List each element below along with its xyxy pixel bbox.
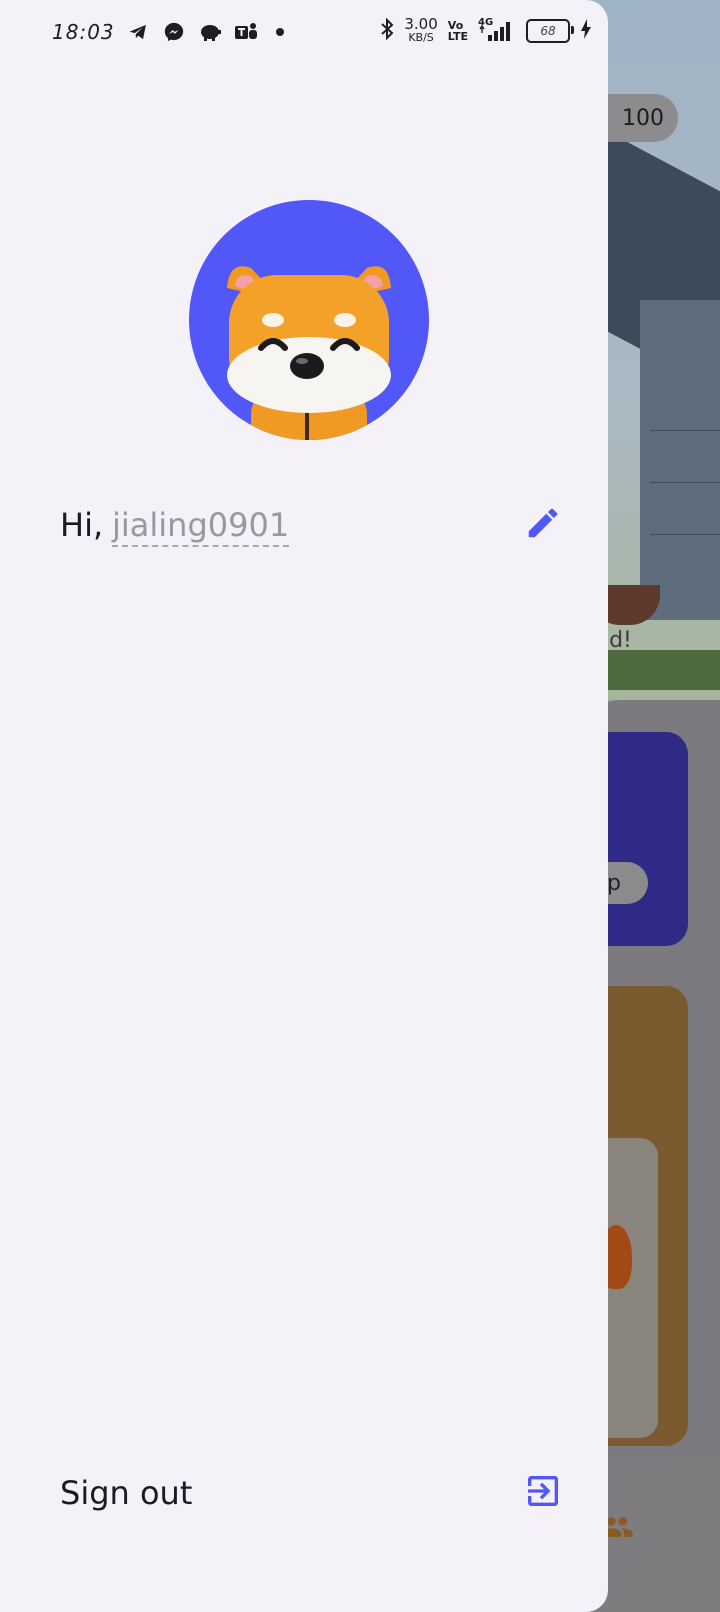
telegram-icon xyxy=(126,20,150,44)
status-bar: 18:03 3.00 KB/S Vo LTE 4G 68 xyxy=(0,0,608,66)
signal-icon: 4G xyxy=(478,17,516,43)
battery-level: 68 xyxy=(540,24,556,38)
piggy-bank-icon xyxy=(198,20,222,44)
grass xyxy=(590,650,720,690)
charging-icon xyxy=(580,18,592,44)
greeting-prefix: Hi, xyxy=(60,506,104,544)
username-field[interactable]: jialing0901 xyxy=(112,506,290,547)
promo-card-button-label: p xyxy=(607,870,621,896)
notification-dot xyxy=(276,28,284,36)
doghouse-brick-line xyxy=(650,482,720,483)
volte-bottom: LTE xyxy=(447,30,468,43)
profile-avatar[interactable] xyxy=(189,200,429,440)
navigation-drawer: 18:03 3.00 KB/S Vo LTE 4G 68 Hi, jialing… xyxy=(0,0,608,1612)
battery-icon: 68 xyxy=(526,19,574,43)
bluetooth-icon xyxy=(380,17,394,44)
exit-icon xyxy=(528,1476,558,1506)
doghouse-wall xyxy=(640,300,720,620)
doghouse-brick-line xyxy=(650,430,720,431)
pencil-icon xyxy=(528,508,558,538)
network-speed: 3.00 KB/S xyxy=(404,17,437,45)
notification-icons xyxy=(126,20,284,44)
sign-out-button[interactable] xyxy=(520,1468,566,1514)
volte-indicator: Vo LTE xyxy=(448,20,468,42)
sign-out-label[interactable]: Sign out xyxy=(60,1474,192,1512)
edit-username-button[interactable] xyxy=(520,500,566,546)
network-speed-unit: KB/S xyxy=(408,31,434,44)
greeting-row: Hi, jialing0901 xyxy=(60,500,560,560)
messenger-icon xyxy=(162,20,186,44)
shiba-inu-avatar xyxy=(227,266,391,440)
system-status-icons: 3.00 KB/S Vo LTE 4G 68 xyxy=(380,17,592,45)
coin-count: 100 xyxy=(622,105,664,131)
teams-icon xyxy=(234,20,258,44)
status-time: 18:03 xyxy=(52,20,115,44)
sign-out-row[interactable]: Sign out xyxy=(60,1464,560,1524)
doghouse-brick-line xyxy=(650,534,720,535)
